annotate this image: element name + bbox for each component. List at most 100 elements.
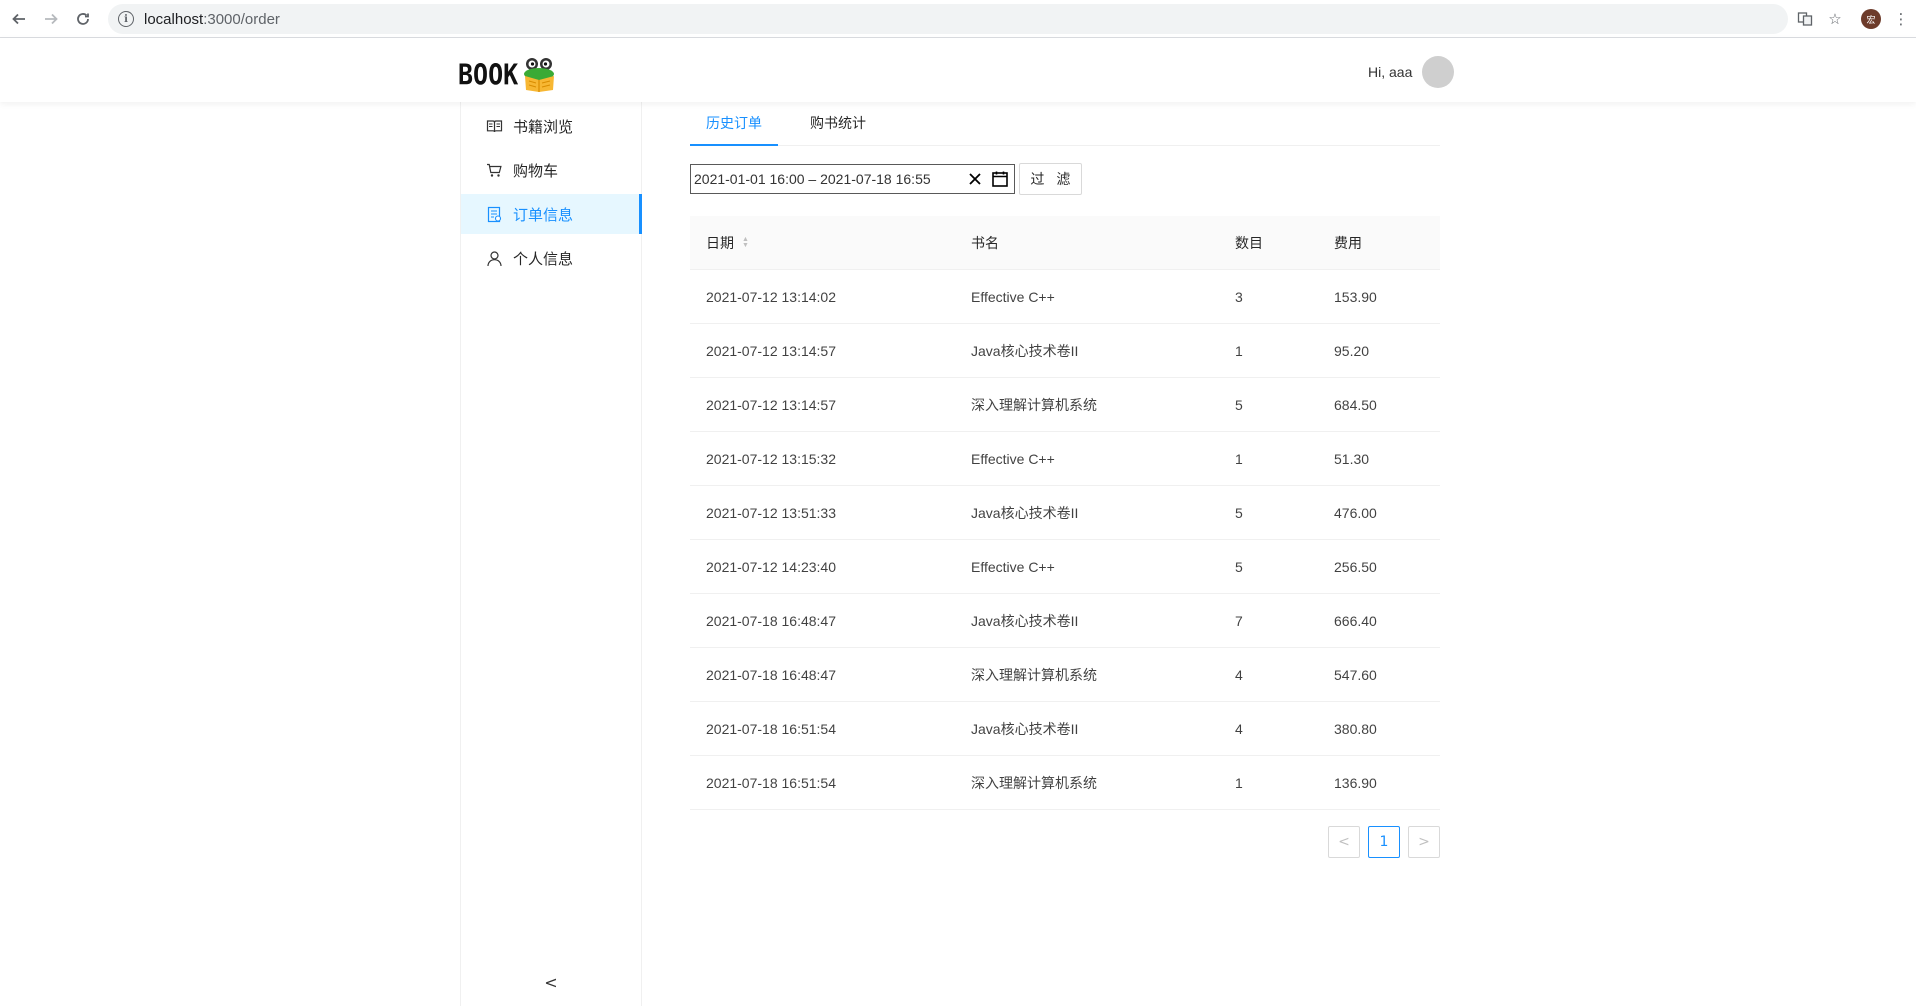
column-header-cost: 费用 bbox=[1334, 234, 1362, 251]
browser-toolbar: i localhost:3000/order ☆ 宏 ⋮ bbox=[0, 0, 1916, 38]
cell-date: 2021-07-12 13:15:32 bbox=[706, 450, 836, 467]
table-row: 2021-07-18 16:48:47 Java核心技术卷II 7 666.40 bbox=[690, 594, 1440, 648]
order-icon bbox=[485, 205, 503, 223]
cart-icon bbox=[485, 161, 503, 179]
sidebar-item-orders[interactable]: 订单信息 bbox=[461, 194, 642, 234]
sidebar-item-books[interactable]: 书籍浏览 bbox=[461, 106, 641, 146]
table-row: 2021-07-18 16:48:47 深入理解计算机系统 4 547.60 bbox=[690, 648, 1440, 702]
reload-icon[interactable] bbox=[70, 6, 96, 32]
calendar-icon[interactable] bbox=[986, 165, 1014, 193]
app-logo[interactable]: BOOK bbox=[458, 56, 560, 92]
sidebar-item-cart[interactable]: 购物车 bbox=[461, 150, 641, 190]
filter-row: 2021-01-01 16:00 – 2021-07-18 16:55 过 滤 bbox=[690, 163, 1082, 195]
clear-icon[interactable] bbox=[964, 168, 986, 190]
cell-date: 2021-07-18 16:48:47 bbox=[706, 612, 836, 629]
cell-book: Java核心技术卷II bbox=[971, 612, 1079, 629]
column-header-date[interactable]: 日期 ▲ ▼ bbox=[690, 233, 955, 253]
cell-cost: 684.50 bbox=[1334, 396, 1377, 413]
orders-table: 日期 ▲ ▼ 书名 数目 费用 2021-07-12 13:14:02 Effect… bbox=[690, 216, 1440, 810]
cell-cost: 380.80 bbox=[1334, 720, 1377, 737]
cell-date: 2021-07-12 13:14:02 bbox=[706, 288, 836, 305]
bookmark-star-icon[interactable]: ☆ bbox=[1820, 4, 1850, 34]
cell-cost: 153.90 bbox=[1334, 288, 1377, 305]
table-row: 2021-07-12 13:15:32 Effective C++ 1 51.30 bbox=[690, 432, 1440, 486]
collapse-sidebar-button[interactable]: < bbox=[461, 958, 641, 1006]
cell-book: Java核心技术卷II bbox=[971, 504, 1079, 521]
url-text: localhost:3000/order bbox=[144, 10, 280, 28]
table-header: 日期 ▲ ▼ 书名 数目 费用 bbox=[690, 216, 1440, 270]
user-avatar[interactable] bbox=[1422, 56, 1455, 88]
table-row: 2021-07-12 14:23:40 Effective C++ 5 256.50 bbox=[690, 540, 1440, 594]
logo-text: BOOK bbox=[458, 57, 519, 91]
cell-cost: 547.60 bbox=[1334, 666, 1377, 683]
cell-book: 深入理解计算机系统 bbox=[971, 396, 1097, 413]
cell-book: Effective C++ bbox=[971, 288, 1055, 305]
cell-cost: 136.90 bbox=[1334, 774, 1377, 791]
site-info-icon[interactable]: i bbox=[118, 11, 134, 27]
sort-icon[interactable]: ▲ ▼ bbox=[742, 236, 749, 249]
cell-count: 4 bbox=[1235, 720, 1243, 737]
profile-avatar-icon[interactable]: 宏 bbox=[1856, 4, 1886, 34]
main-content: 历史订单 购书统计 2021-01-01 16:00 – 2021-07-18 … bbox=[690, 101, 1440, 858]
cell-book: Java核心技术卷II bbox=[971, 342, 1079, 359]
cell-date: 2021-07-18 16:51:54 bbox=[706, 720, 836, 737]
cell-date: 2021-07-12 13:51:33 bbox=[706, 504, 836, 521]
cell-cost: 51.30 bbox=[1334, 450, 1370, 467]
user-area[interactable]: Hi, aaa bbox=[1368, 56, 1455, 88]
date-range-value: 2021-01-01 16:00 – 2021-07-18 16:55 bbox=[694, 171, 931, 187]
table-row: 2021-07-18 16:51:54 深入理解计算机系统 1 136.90 bbox=[690, 756, 1440, 810]
cell-count: 3 bbox=[1235, 288, 1243, 305]
sidebar-item-label: 个人信息 bbox=[513, 249, 574, 268]
cell-date: 2021-07-18 16:48:47 bbox=[706, 666, 836, 683]
column-header-count: 数目 bbox=[1235, 234, 1263, 251]
cell-cost: 476.00 bbox=[1334, 504, 1377, 521]
cell-book: Java核心技术卷II bbox=[971, 720, 1079, 737]
page-1-button[interactable]: 1 bbox=[1368, 826, 1400, 858]
table-row: 2021-07-18 16:51:54 Java核心技术卷II 4 380.80 bbox=[690, 702, 1440, 756]
menu-kebab-icon[interactable]: ⋮ bbox=[1886, 4, 1916, 34]
next-page-button[interactable]: > bbox=[1408, 826, 1440, 858]
tab-order-history[interactable]: 历史订单 bbox=[690, 101, 778, 146]
prev-page-button[interactable]: < bbox=[1328, 826, 1360, 858]
cell-book: Effective C++ bbox=[971, 558, 1055, 575]
column-header-book: 书名 bbox=[971, 234, 999, 251]
cell-count: 5 bbox=[1235, 396, 1243, 413]
cell-cost: 666.40 bbox=[1334, 612, 1377, 629]
cell-date: 2021-07-12 14:23:40 bbox=[706, 558, 836, 575]
cell-count: 7 bbox=[1235, 612, 1243, 629]
filter-button[interactable]: 过 滤 bbox=[1019, 163, 1082, 195]
date-range-picker[interactable]: 2021-01-01 16:00 – 2021-07-18 16:55 bbox=[690, 164, 1015, 194]
user-icon bbox=[485, 249, 503, 267]
table-row: 2021-07-12 13:14:57 Java核心技术卷II 1 95.20 bbox=[690, 324, 1440, 378]
cell-book: 深入理解计算机系统 bbox=[971, 774, 1097, 791]
sidebar-item-profile[interactable]: 个人信息 bbox=[461, 238, 641, 278]
cell-count: 4 bbox=[1235, 666, 1243, 683]
cell-book: 深入理解计算机系统 bbox=[971, 666, 1097, 683]
cell-date: 2021-07-18 16:51:54 bbox=[706, 774, 836, 791]
sidebar-item-label: 书籍浏览 bbox=[513, 117, 574, 136]
sidebar-item-label: 订单信息 bbox=[513, 205, 574, 224]
table-row: 2021-07-12 13:14:57 深入理解计算机系统 5 684.50 bbox=[690, 378, 1440, 432]
cell-cost: 256.50 bbox=[1334, 558, 1377, 575]
cell-count: 5 bbox=[1235, 504, 1243, 521]
translate-icon[interactable] bbox=[1790, 4, 1820, 34]
chevron-left-icon: < bbox=[544, 972, 558, 992]
table-row: 2021-07-12 13:14:02 Effective C++ 3 153.90 bbox=[690, 270, 1440, 324]
forward-icon[interactable] bbox=[38, 6, 64, 32]
cell-book: Effective C++ bbox=[971, 450, 1055, 467]
back-icon[interactable] bbox=[6, 6, 32, 32]
user-greeting: Hi, aaa bbox=[1368, 64, 1413, 80]
cell-count: 1 bbox=[1235, 342, 1243, 359]
cell-count: 1 bbox=[1235, 774, 1243, 791]
tab-purchase-stats[interactable]: 购书统计 bbox=[794, 101, 882, 145]
sidebar-item-label: 购物车 bbox=[513, 161, 559, 180]
logo-frog-icon bbox=[520, 56, 560, 92]
table-row: 2021-07-12 13:51:33 Java核心技术卷II 5 476.00 bbox=[690, 486, 1440, 540]
cell-count: 5 bbox=[1235, 558, 1243, 575]
address-bar[interactable]: i localhost:3000/order bbox=[108, 4, 1788, 34]
app-header: BOOK Hi, aaa bbox=[0, 38, 1916, 102]
book-icon bbox=[485, 117, 503, 135]
cell-date: 2021-07-12 13:14:57 bbox=[706, 396, 836, 413]
cell-cost: 95.20 bbox=[1334, 342, 1370, 359]
sidebar: 书籍浏览 购物车 订单信息 个人信息 < bbox=[460, 102, 642, 1006]
